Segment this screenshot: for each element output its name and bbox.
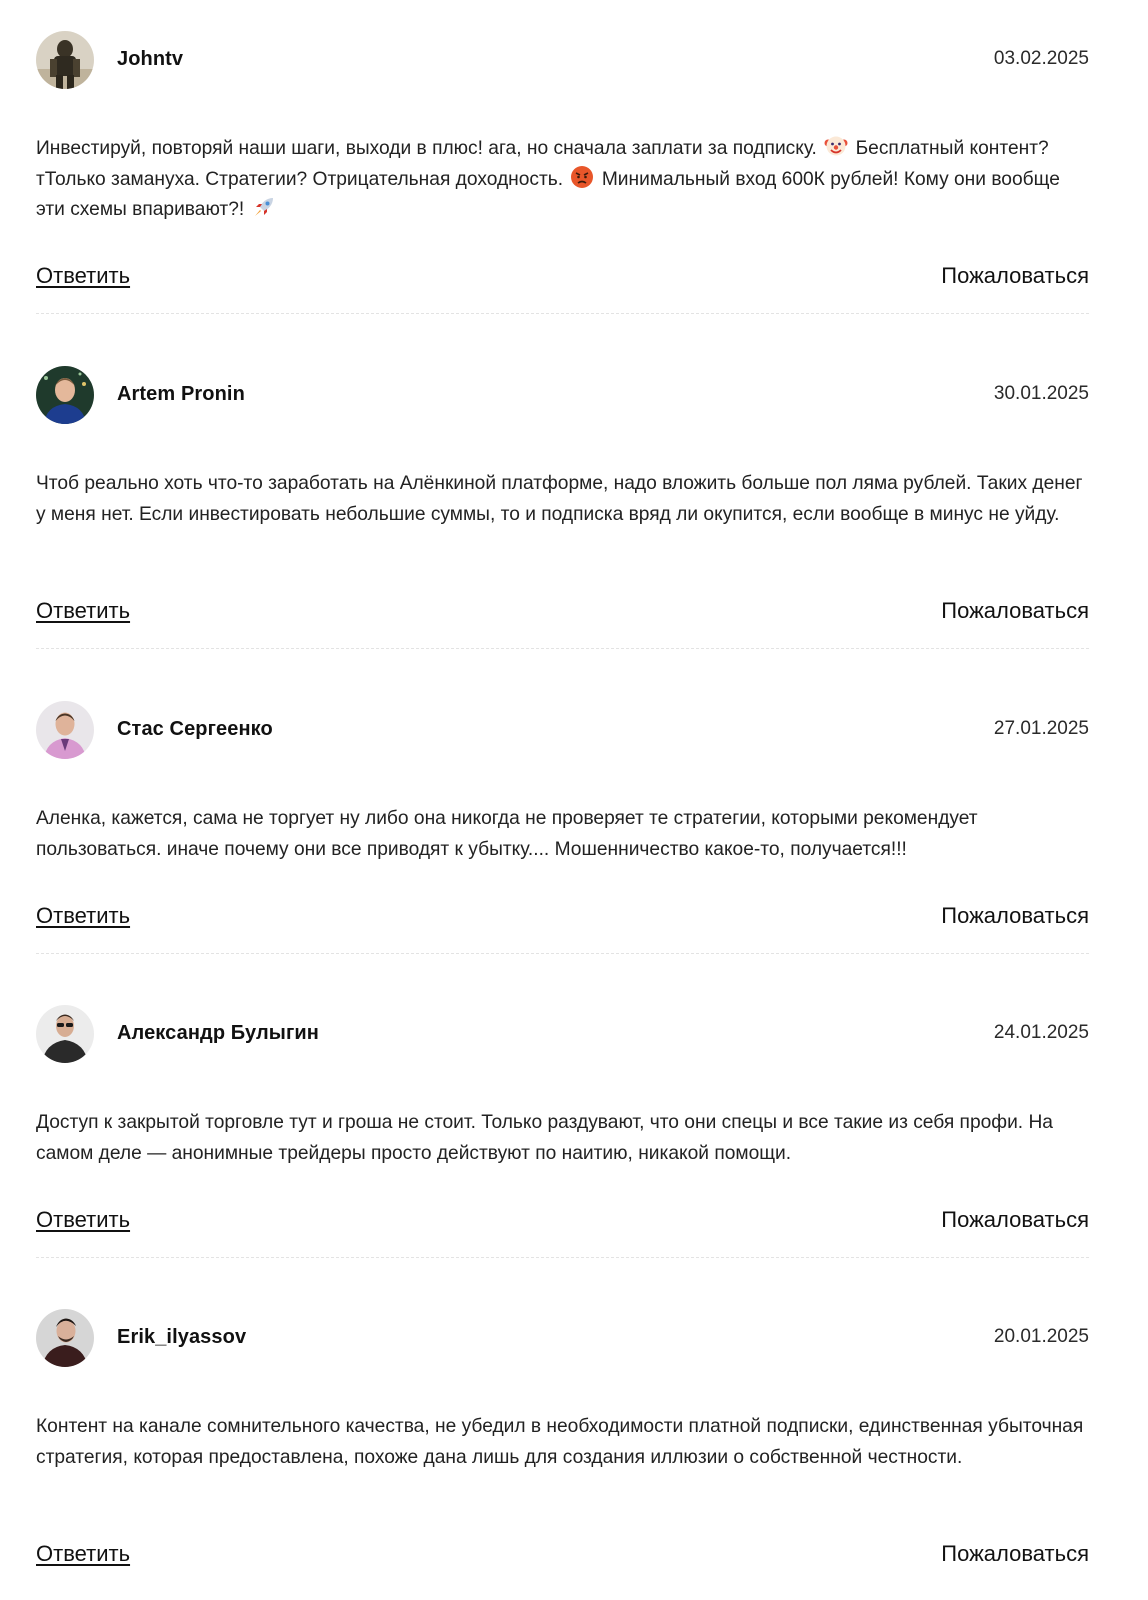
avatar[interactable] bbox=[36, 701, 94, 759]
comment-text: Чтоб реально хоть что-то заработать на А… bbox=[36, 473, 1083, 525]
comment-text: Контент на канале сомнительного качества… bbox=[36, 1416, 1084, 1468]
comment-item: Artem Pronin 30.01.2025 Чтоб реально хот… bbox=[36, 366, 1089, 649]
comment-date: 30.01.2025 bbox=[993, 383, 1089, 404]
comment-actions: Ответить Пожаловаться bbox=[36, 263, 1089, 293]
report-link[interactable]: Пожаловаться bbox=[941, 598, 1089, 624]
comment-item: Erik_ilyassov 20.01.2025 Контент на кана… bbox=[36, 1309, 1089, 1566]
report-link[interactable]: Пожаловаться bbox=[941, 1207, 1089, 1233]
comment-text: Аленка, кажется, сама не торгует ну либо… bbox=[36, 808, 978, 860]
reply-link[interactable]: Ответить bbox=[36, 1541, 130, 1567]
comment-text: Доступ к закрытой торговле тут и гроша н… bbox=[36, 1112, 1053, 1164]
reply-link[interactable]: Ответить bbox=[36, 263, 130, 289]
report-link[interactable]: Пожаловаться bbox=[941, 1541, 1089, 1567]
comment-header: Artem Pronin 30.01.2025 bbox=[36, 366, 1089, 426]
comment-text: Инвестируй, повторяй наши шаги, выходи в… bbox=[36, 134, 1089, 226]
author-name[interactable]: Стас Сергеенко bbox=[117, 718, 273, 741]
comment-header: Erik_ilyassov 20.01.2025 bbox=[36, 1309, 1089, 1369]
comment-item: Johntv 03.02.2025 Инвестируй, повторяй н… bbox=[36, 31, 1089, 314]
author-name[interactable]: Александр Булыгин bbox=[117, 1022, 319, 1045]
clown-face-emoji bbox=[824, 134, 848, 158]
comment-divider bbox=[36, 648, 1089, 649]
avatar[interactable] bbox=[36, 1309, 94, 1367]
comment-divider bbox=[36, 313, 1089, 314]
reply-link[interactable]: Ответить bbox=[36, 598, 130, 624]
comment-date: 27.01.2025 bbox=[993, 718, 1089, 739]
comment-item: Александр Булыгин 24.01.2025 Доступ к за… bbox=[36, 1005, 1089, 1258]
report-link[interactable]: Пожаловаться bbox=[941, 263, 1089, 289]
rocket-emoji bbox=[252, 195, 276, 219]
avatar[interactable] bbox=[36, 31, 94, 89]
avatar[interactable] bbox=[36, 366, 94, 424]
comment-actions: Ответить Пожаловаться bbox=[36, 598, 1089, 628]
comment-actions: Ответить Пожаловаться bbox=[36, 903, 1089, 933]
author-name[interactable]: Johntv bbox=[117, 48, 183, 71]
comment-actions: Ответить Пожаловаться bbox=[36, 1207, 1089, 1237]
comments-feed: Johntv 03.02.2025 Инвестируй, повторяй н… bbox=[0, 0, 1148, 1600]
comment-date: 20.01.2025 bbox=[993, 1326, 1089, 1347]
comment-header: Стас Сергеенко 27.01.2025 bbox=[36, 701, 1089, 761]
author-name[interactable]: Erik_ilyassov bbox=[117, 1326, 246, 1349]
report-link[interactable]: Пожаловаться bbox=[941, 903, 1089, 929]
comment-header: Александр Булыгин 24.01.2025 bbox=[36, 1005, 1089, 1065]
comment-divider bbox=[36, 1257, 1089, 1258]
reply-link[interactable]: Ответить bbox=[36, 1207, 130, 1233]
comment-date: 03.02.2025 bbox=[993, 48, 1089, 69]
comment-divider bbox=[36, 953, 1089, 954]
avatar[interactable] bbox=[36, 1005, 94, 1063]
comment-date: 24.01.2025 bbox=[993, 1022, 1089, 1043]
comment-header: Johntv 03.02.2025 bbox=[36, 31, 1089, 91]
angry-face-emoji bbox=[570, 165, 594, 189]
comment-item: Стас Сергеенко 27.01.2025 Аленка, кажетс… bbox=[36, 701, 1089, 954]
author-name[interactable]: Artem Pronin bbox=[117, 383, 245, 406]
reply-link[interactable]: Ответить bbox=[36, 903, 130, 929]
comment-actions: Ответить Пожаловаться bbox=[36, 1541, 1089, 1571]
